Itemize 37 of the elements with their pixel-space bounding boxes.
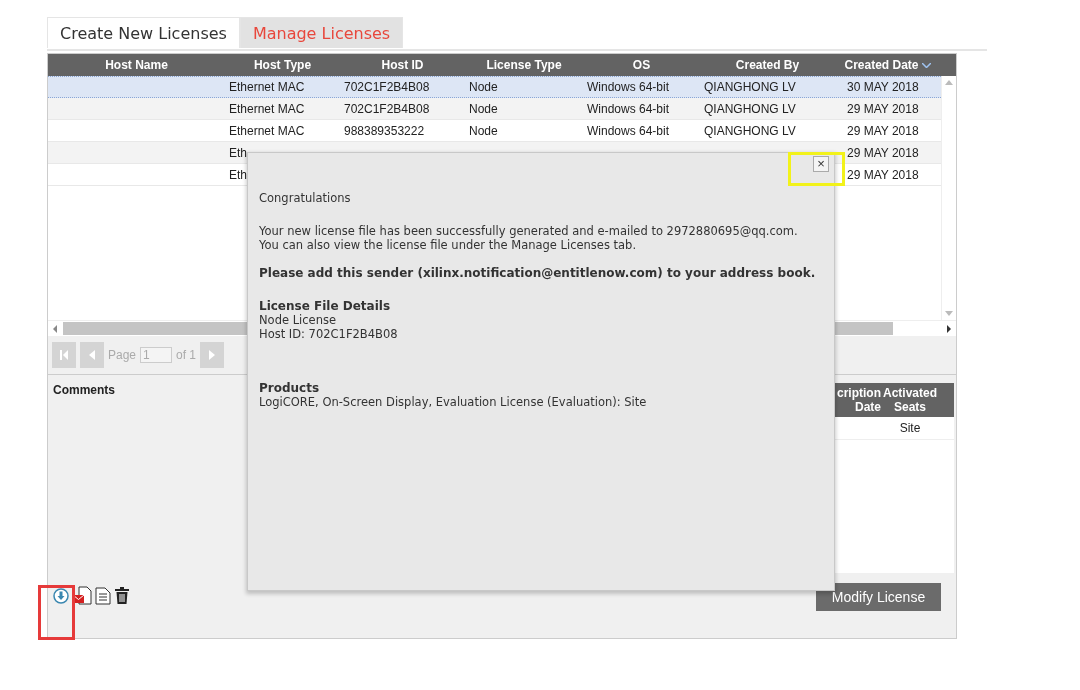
table-cell: 30 MAY 2018: [847, 80, 919, 94]
details-heading: License File Details: [259, 299, 392, 313]
table-cell: Ethernet MAC: [229, 80, 305, 94]
table-cell-text: Site: [898, 420, 922, 437]
table-cell: Node: [469, 80, 498, 94]
table-cell: Windows 64-bit: [587, 123, 670, 138]
table-cell: 702C1F2B4B08: [344, 80, 430, 94]
table-cell: QIANGHONG LV: [704, 123, 796, 138]
table-cell: Node: [469, 101, 498, 116]
message-text: You can also view the license file under the Manage Licenses tab.: [259, 238, 638, 252]
table-cell: QIANGHONG LV: [704, 80, 796, 94]
table-cell: 29 MAY 2018: [847, 145, 919, 160]
page-count: of 1: [176, 348, 197, 362]
dialog-title: Congratulations: [259, 191, 352, 205]
table-cell: Node: [469, 123, 498, 138]
table-cell: QIANGHONG LV: [704, 101, 796, 116]
notice-text: Please add this sender (xilinx.notification@entitlenow.com) to your address book.: [259, 266, 817, 280]
detail-text: Host ID: 702C1F2B4B08: [259, 327, 399, 341]
products-heading: Products: [259, 381, 321, 395]
table-cell: 988389353222: [344, 123, 425, 138]
table-cell: 29 MAY 2018: [847, 101, 919, 116]
table-cell: Windows 64-bit: [587, 101, 670, 116]
table-cell: Ethernet MAC: [229, 101, 305, 116]
table-cell: 29 MAY 2018: [847, 167, 919, 182]
table-cell: Eth: [229, 167, 247, 182]
table-cell: 702C1F2B4B08: [344, 101, 430, 116]
table-cell: Eth: [229, 145, 247, 160]
message-text: Your new license file has been successfully generated and e-mailed to 2972880695@qq.com.: [259, 224, 799, 238]
detail-text: Node License: [259, 313, 338, 327]
column-header: cription Date: [836, 386, 881, 414]
table-cell: Windows 64-bit: [587, 80, 670, 94]
table-cell: Ethernet MAC: [229, 123, 305, 138]
column-header: Activated Seats: [882, 386, 938, 414]
products-text: LogiCORE, On-Screen Display, Evaluation License (Evaluation): Site: [259, 395, 648, 409]
table-cell: 29 MAY 2018: [847, 123, 919, 138]
comments-label: Comments: [53, 383, 115, 397]
page-label: Page: [108, 348, 137, 362]
